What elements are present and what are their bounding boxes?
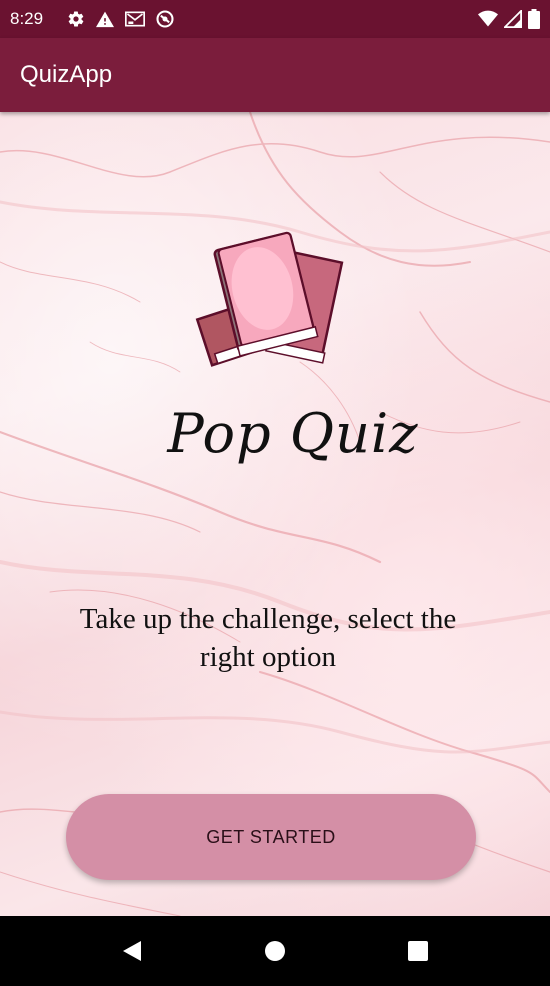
do-not-disturb-icon (155, 9, 175, 29)
navigation-bar (0, 916, 550, 986)
signal-icon (504, 10, 522, 28)
app-title: QuizApp (20, 61, 113, 88)
battery-icon (528, 9, 540, 29)
recents-icon[interactable] (393, 926, 443, 976)
warning-icon (95, 10, 115, 28)
status-right (478, 9, 540, 29)
wifi-icon (478, 10, 498, 28)
home-icon[interactable] (250, 926, 300, 976)
status-time: 8:29 (10, 9, 44, 28)
status-left: 8:29 (10, 9, 175, 29)
quiz-title: Pop Quiz (167, 402, 419, 465)
status-bar: 8:29 (0, 0, 550, 38)
books-icon (195, 231, 344, 367)
main-content: Pop Quiz Take up the challenge, select t… (0, 112, 550, 916)
get-started-button[interactable]: GET STARTED (66, 794, 476, 880)
back-icon[interactable] (107, 926, 157, 976)
tagline: Take up the challenge, select the right … (79, 603, 457, 673)
app-bar: QuizApp (0, 38, 550, 112)
settings-icon (67, 10, 85, 28)
gmail-icon (125, 10, 146, 28)
